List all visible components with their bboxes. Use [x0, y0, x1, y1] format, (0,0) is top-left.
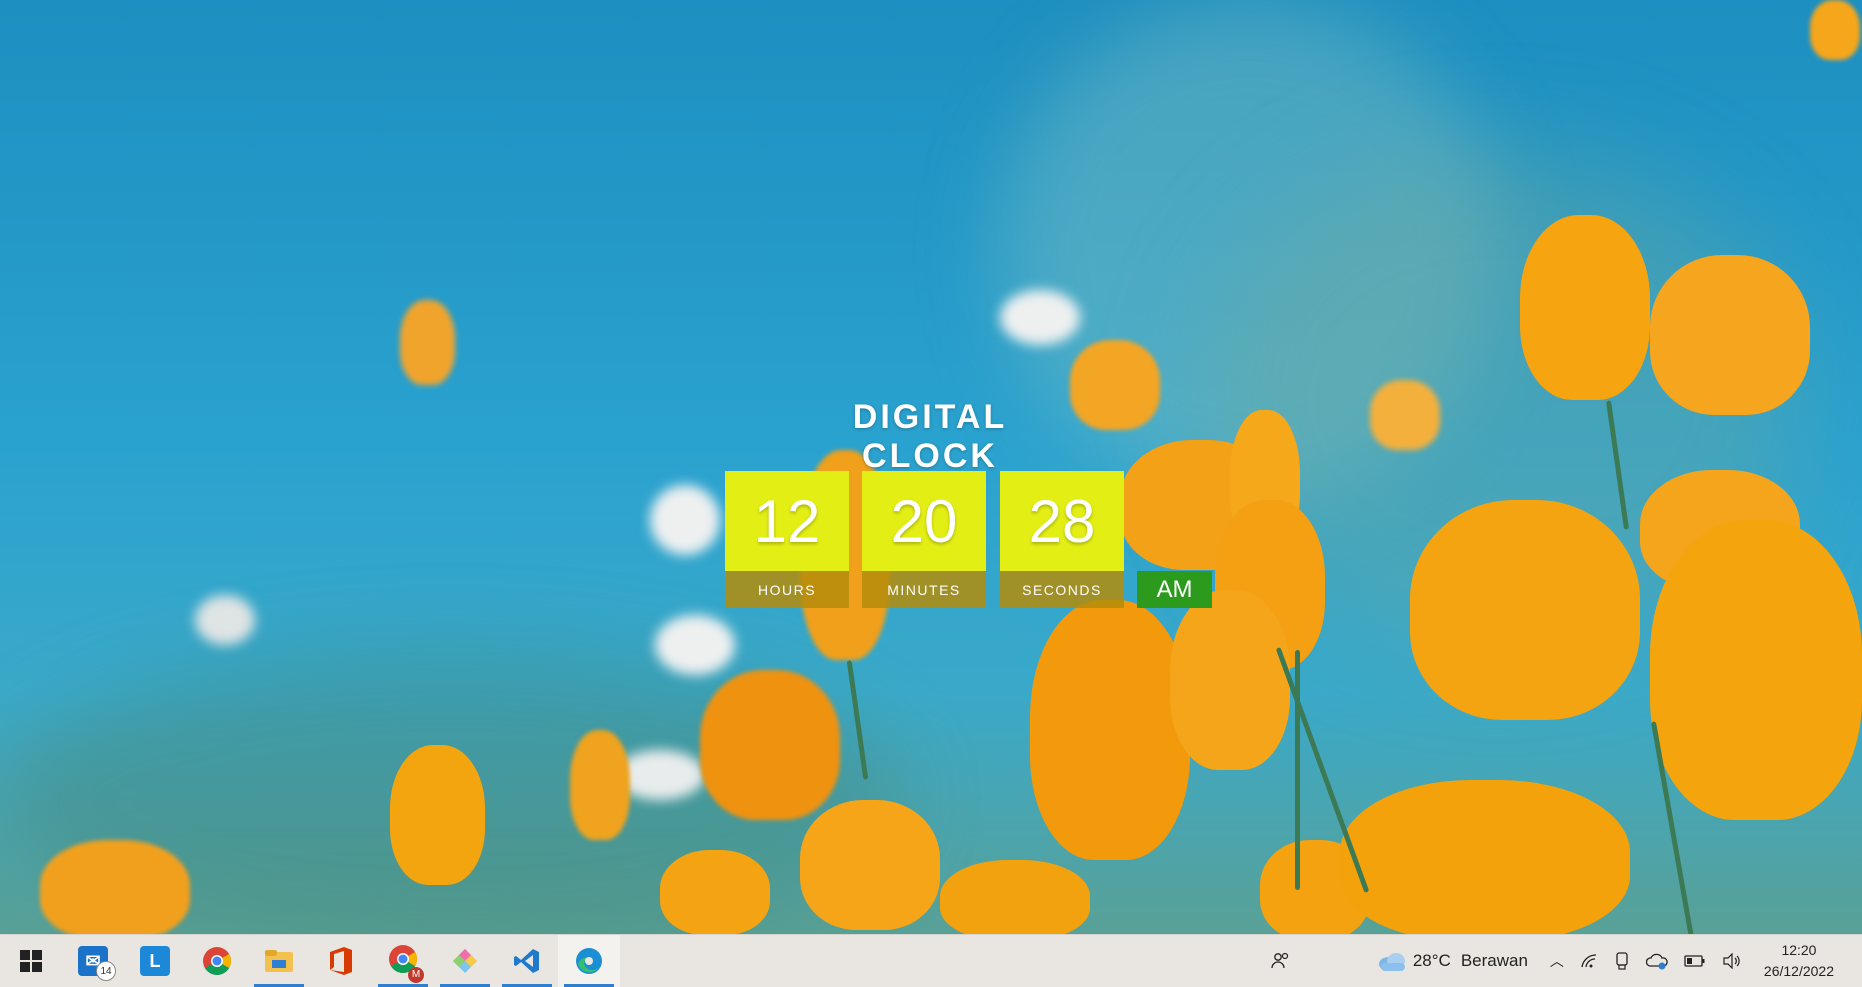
system-tray: 28°C Berawan ︿ 12:20 26/12/2022: [1243, 935, 1862, 987]
profile-letter: M: [408, 966, 424, 983]
battery-indicator[interactable]: [1676, 935, 1714, 987]
volume-icon: [1723, 953, 1740, 969]
wifi-icon: [1581, 954, 1596, 968]
taskbar-l-app[interactable]: L: [124, 935, 186, 987]
taskbar-office[interactable]: [310, 935, 372, 987]
wifi-indicator[interactable]: [1572, 935, 1606, 987]
chevron-up-icon: ︿: [1549, 953, 1564, 969]
seconds-block: 28 SECONDS: [1000, 471, 1124, 608]
weather-widget[interactable]: 28°C Berawan: [1369, 935, 1536, 987]
device-icon: [1616, 952, 1628, 970]
people-icon: [1271, 952, 1288, 969]
minutes-block: 20 MINUTES: [862, 471, 986, 608]
hours-label: HOURS: [725, 571, 849, 608]
vscode-icon: [514, 949, 539, 973]
taskbar-chrome-profile[interactable]: M: [372, 935, 434, 987]
show-hidden-icons-button[interactable]: ︿: [1542, 935, 1572, 987]
show-desktop-button[interactable]: [1848, 935, 1862, 987]
people-button[interactable]: [1243, 935, 1319, 987]
hours-value: 12: [725, 471, 849, 571]
chrome-icon: [203, 947, 231, 975]
hours-block: 12 HOURS: [725, 471, 849, 608]
mail-badge: 14: [96, 961, 116, 981]
battery-icon: [1684, 955, 1705, 967]
chrome-profile-icon: M: [388, 944, 424, 983]
am-pm-indicator: AM: [1137, 571, 1212, 608]
start-button[interactable]: [0, 935, 62, 987]
onedrive-indicator[interactable]: [1638, 935, 1676, 987]
paint-icon: [453, 949, 477, 973]
taskbar-date: 26/12/2022: [1763, 963, 1834, 979]
taskbar-chrome[interactable]: [186, 935, 248, 987]
taskbar-file-explorer[interactable]: [248, 935, 310, 987]
cloud-icon: [1378, 953, 1405, 971]
taskbar-mail[interactable]: ✉ 14: [62, 935, 124, 987]
clock-title: DIGITAL CLOCK: [852, 398, 1008, 475]
seconds-label: SECONDS: [1000, 571, 1124, 608]
minutes-label: MINUTES: [862, 571, 986, 608]
taskbar-edge[interactable]: [558, 935, 620, 987]
seconds-value: 28: [1000, 471, 1124, 571]
file-explorer-icon: [265, 950, 293, 972]
onedrive-sync-icon: [1645, 953, 1668, 970]
taskbar-vscode[interactable]: [496, 935, 558, 987]
weather-text: Berawan: [1460, 951, 1528, 970]
windows-start-icon: [20, 950, 42, 972]
minutes-value: 20: [862, 471, 986, 571]
volume-indicator[interactable]: [1714, 935, 1750, 987]
taskbar-paint[interactable]: [434, 935, 496, 987]
office-icon: [330, 947, 352, 975]
weather-temp: 28°C: [1412, 951, 1451, 970]
taskbar-time: 12:20: [1781, 942, 1817, 958]
taskbar: ✉ 14 L M 28°C Berawan ︿ 12:20 26/12/2022: [0, 934, 1862, 987]
l-app-icon: L: [140, 946, 170, 976]
edge-icon: [576, 948, 602, 974]
device-indicator[interactable]: [1606, 935, 1638, 987]
clock-and-date[interactable]: 12:20 26/12/2022: [1750, 940, 1848, 982]
